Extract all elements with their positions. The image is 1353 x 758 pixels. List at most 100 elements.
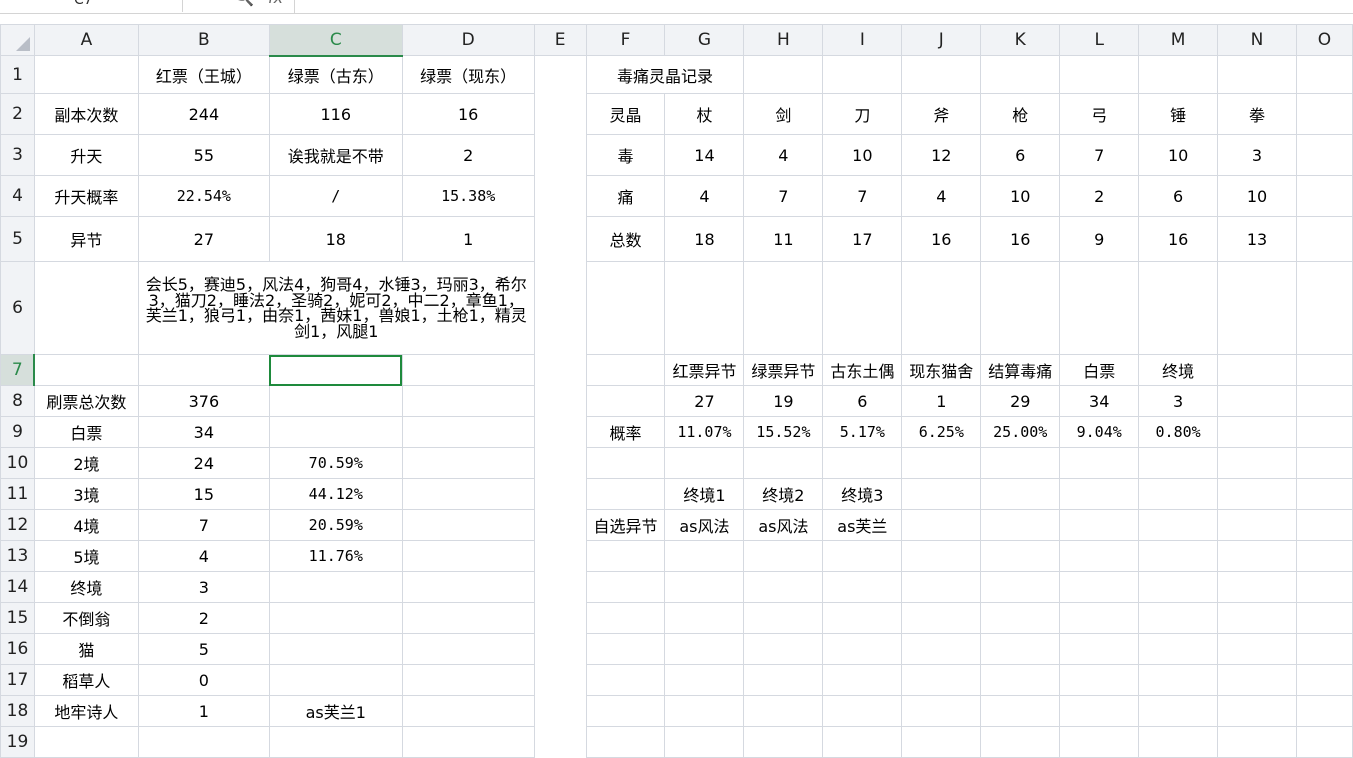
cell[interactable] [1217, 354, 1297, 386]
cell-c15[interactable] [268, 602, 403, 634]
cell-h3[interactable]: 4 [743, 134, 824, 176]
cell-h4[interactable]: 7 [743, 175, 824, 217]
cell-e4[interactable] [533, 175, 587, 217]
cell-g11[interactable]: 终境1 [664, 478, 745, 510]
cell-e8[interactable] [533, 385, 587, 417]
cell[interactable] [743, 540, 824, 572]
cell-l5[interactable]: 9 [1059, 216, 1140, 262]
cell-e16[interactable] [533, 633, 587, 665]
cell-a8[interactable]: 刷票总次数 [33, 385, 139, 417]
cell-c19[interactable] [268, 726, 403, 758]
cell-g7[interactable]: 红票异节 [664, 354, 745, 386]
cell-i8[interactable]: 6 [822, 385, 903, 417]
row-header[interactable]: 15 [0, 602, 35, 634]
row-header[interactable]: 14 [0, 571, 35, 603]
cell[interactable] [822, 602, 903, 634]
column-header[interactable]: E [533, 24, 587, 56]
cell[interactable] [1217, 416, 1297, 448]
cell[interactable] [901, 695, 982, 727]
cell-b13[interactable]: 4 [137, 540, 270, 572]
cell[interactable] [822, 664, 903, 696]
cell[interactable] [664, 571, 745, 603]
cell-m4[interactable]: 6 [1138, 175, 1219, 217]
cell[interactable] [1138, 509, 1219, 541]
cell-j5[interactable]: 16 [901, 216, 982, 262]
cell[interactable] [1217, 602, 1297, 634]
row-header[interactable]: 1 [0, 55, 35, 94]
cell-a2[interactable]: 副本次数 [33, 93, 139, 135]
column-header[interactable]: F [585, 24, 666, 56]
cell-d14[interactable] [401, 571, 535, 603]
row-header[interactable]: 19 [0, 726, 35, 758]
cell[interactable] [743, 261, 824, 355]
cell-l8[interactable]: 34 [1059, 385, 1140, 417]
cell-i7[interactable]: 古东土偶 [822, 354, 903, 386]
cell[interactable] [822, 695, 903, 727]
cell-n5[interactable]: 13 [1217, 216, 1297, 262]
cell-j2[interactable]: 斧 [901, 93, 982, 135]
column-header[interactable]: L [1059, 24, 1140, 56]
cell-h2[interactable]: 剑 [743, 93, 824, 135]
cell[interactable] [743, 726, 824, 758]
cell[interactable] [664, 726, 745, 758]
cell[interactable] [901, 602, 982, 634]
cell-m3[interactable]: 10 [1138, 134, 1219, 176]
cell-j9[interactable]: 6.25% [901, 416, 982, 448]
cell[interactable] [664, 447, 745, 479]
cell-d12[interactable] [401, 509, 535, 541]
cell[interactable] [1217, 509, 1297, 541]
select-all-corner[interactable] [0, 24, 35, 56]
cell[interactable] [822, 447, 903, 479]
cell[interactable] [1059, 571, 1140, 603]
cell[interactable] [1138, 571, 1219, 603]
cell-b15[interactable]: 2 [137, 602, 270, 634]
cell-e13[interactable] [533, 540, 587, 572]
column-header[interactable]: J [901, 24, 982, 56]
column-header[interactable]: H [743, 24, 824, 56]
cell-c10[interactable]: 70.59% [268, 447, 403, 479]
cell-c4[interactable]: / [268, 175, 403, 217]
row-header[interactable]: 4 [0, 175, 35, 217]
cell-c14[interactable] [268, 571, 403, 603]
cell-a18[interactable]: 地牢诗人 [33, 695, 139, 727]
cell[interactable] [901, 447, 982, 479]
cell-n4[interactable]: 10 [1217, 175, 1297, 217]
cell-f1-title[interactable]: 毒痛灵晶记录 [585, 55, 745, 94]
cell[interactable] [1295, 509, 1353, 541]
cell-b3[interactable]: 55 [137, 134, 270, 176]
cell-b1[interactable]: 红票（王城） [137, 55, 270, 94]
cell-f4[interactable]: 痛 [585, 175, 666, 217]
cell-a15[interactable]: 不倒翁 [33, 602, 139, 634]
cell[interactable] [1059, 478, 1140, 510]
cell-b8[interactable]: 376 [137, 385, 270, 417]
row-header[interactable]: 5 [0, 216, 35, 262]
column-header[interactable]: D [401, 24, 535, 56]
cell-i12[interactable]: as芙兰 [822, 509, 903, 541]
cell[interactable] [664, 540, 745, 572]
cell-a6[interactable] [33, 261, 139, 355]
cell-k7[interactable]: 结算毒痛 [980, 354, 1061, 386]
cell-d16[interactable] [401, 633, 535, 665]
cell-d18[interactable] [401, 695, 535, 727]
cell-c7-selected[interactable] [268, 354, 403, 386]
cell[interactable] [585, 571, 666, 603]
cell[interactable] [901, 571, 982, 603]
row-header[interactable]: 18 [0, 695, 35, 727]
cell[interactable] [980, 509, 1061, 541]
column-header[interactable]: O [1295, 24, 1353, 56]
cell-c12[interactable]: 20.59% [268, 509, 403, 541]
cell[interactable] [743, 571, 824, 603]
row-header[interactable]: 10 [0, 447, 35, 479]
cell-k2[interactable]: 枪 [980, 93, 1061, 135]
cell-g8[interactable]: 27 [664, 385, 745, 417]
cell[interactable] [1295, 602, 1353, 634]
cell-g2[interactable]: 杖 [664, 93, 745, 135]
cell-d9[interactable] [401, 416, 535, 448]
cell[interactable] [980, 478, 1061, 510]
cell[interactable] [1217, 478, 1297, 510]
cell-b4[interactable]: 22.54% [137, 175, 270, 217]
cell-i2[interactable]: 刀 [822, 93, 903, 135]
cell[interactable] [1295, 478, 1353, 510]
cell-k8[interactable]: 29 [980, 385, 1061, 417]
name-box[interactable]: C7 ▾ [0, 0, 183, 12]
